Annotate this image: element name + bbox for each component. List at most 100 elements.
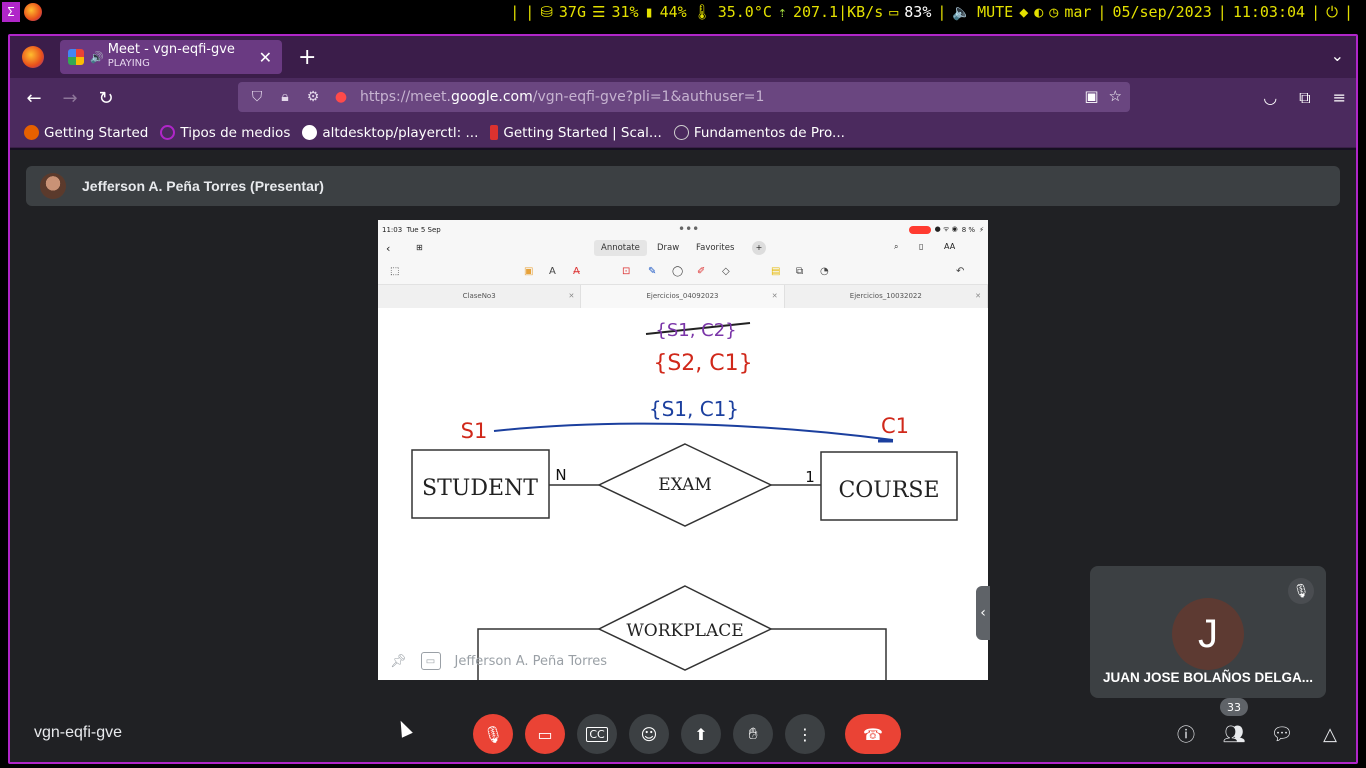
extensions-icon[interactable]: ⧉ <box>1299 88 1310 108</box>
permissions-icon[interactable]: ⚙ <box>304 89 322 105</box>
memory-icon: ▮ <box>644 3 654 21</box>
doc-tab-3: Ejercicios_10032022 ✕ <box>784 285 988 308</box>
github-icon <box>302 125 318 140</box>
textbox-icon: ⊡ <box>622 266 631 277</box>
leave-call-button[interactable]: ☎ <box>845 714 901 754</box>
strikethrough-icon: A̶ <box>573 266 580 277</box>
text-icon: A <box>549 266 556 277</box>
undo-icon: ↶ <box>956 266 965 277</box>
firefox-icon <box>24 125 39 140</box>
temperature: 35.0°C <box>717 3 772 21</box>
grid-icon: ⊞ <box>416 243 423 252</box>
url-text[interactable]: https://meet.google.com/vgn-eqfi-gve?pli… <box>360 89 764 105</box>
circle-icon <box>160 125 176 140</box>
volume-status[interactable]: MUTE <box>974 3 1016 21</box>
chat-button[interactable]: 💬︎ <box>1270 722 1294 746</box>
mic-off-icon: 🎙︎ <box>1288 578 1314 604</box>
lock-icon[interactable]: 🔒︎ <box>276 89 294 105</box>
people-button[interactable]: 33 👥︎ <box>1220 698 1248 746</box>
address-bar[interactable]: ⛉ 🔒︎ ⚙ ● https://meet.google.com/vgn-eqf… <box>238 82 1130 112</box>
activities-button[interactable]: △ <box>1318 722 1342 746</box>
menu-annotate: Annotate <box>594 240 647 256</box>
workspace-indicator[interactable]: Σ <box>2 2 20 22</box>
temperature-icon: 🌡 <box>692 3 712 21</box>
close-tab-icon[interactable]: ✕ <box>259 48 272 67</box>
weekday: mar <box>1064 3 1092 21</box>
participant-tile[interactable]: 🎙︎ J JUAN JOSE BOLAÑOS DELGA... <box>1090 566 1326 698</box>
participant-name: JUAN JOSE BOLAÑOS DELGA... <box>1102 670 1314 685</box>
color-circle-icon: ◯ <box>672 266 684 277</box>
pocket-icon[interactable]: ◡ <box>1263 88 1277 108</box>
mic-off-icon: 🎙︎ <box>482 724 504 744</box>
menu-icon[interactable]: ≡ <box>1333 88 1346 108</box>
captions-icon: CC <box>586 726 608 742</box>
globe-icon <box>673 125 689 140</box>
share-footer: 📌︎ ▭ Jefferson A. Peña Torres <box>390 652 607 670</box>
shapes-icon: △ <box>1323 723 1337 745</box>
more-vert-icon: ⋮ <box>797 724 813 744</box>
more-options-button[interactable]: ⋮ <box>785 714 825 754</box>
raise-hand-button[interactable]: ✋︎ <box>733 714 773 754</box>
leaf-icon: ◆ <box>1019 3 1029 21</box>
tab-meet[interactable]: 🔊 Meet - vgn-eqfi-gve PLAYING ✕ <box>60 40 282 74</box>
captions-button[interactable]: CC <box>577 714 617 754</box>
list-tabs-icon[interactable]: ⌄ <box>1331 46 1344 65</box>
volume-icon[interactable]: 🔈 <box>949 3 974 21</box>
pen-icon: ✎ <box>648 266 657 277</box>
camera-toggle-button[interactable]: ▭ <box>525 714 565 754</box>
network-speed: 207.1|KB/s <box>792 3 884 21</box>
tab-strip: 🔊 Meet - vgn-eqfi-gve PLAYING ✕ + ⌄ <box>10 36 1356 78</box>
bookmark-tipos-de-medios[interactable]: Tipos de medios <box>160 125 290 141</box>
book-icon: ▯ <box>919 242 924 251</box>
speaker-icon[interactable]: 🔊 <box>90 51 104 64</box>
info-icon: ⓘ <box>1177 725 1195 746</box>
reactions-button[interactable]: ☺ <box>629 714 669 754</box>
select-icon: ⬚ <box>390 266 400 277</box>
camera-off-icon: ▭ <box>537 724 553 744</box>
chat-icon: 💬︎ <box>1270 723 1294 745</box>
moon-icon: ◐ <box>1034 3 1044 21</box>
tab-subtitle: PLAYING <box>107 58 150 69</box>
reload-button[interactable]: ↻ <box>94 88 118 109</box>
power-icon[interactable]: ⏻ <box>1323 3 1341 21</box>
pin-icon[interactable]: 📌︎ <box>390 654 407 669</box>
bookmark-star-icon[interactable]: ☆ <box>1109 87 1122 105</box>
nav-bar: ← → ↻ ⛉ 🔒︎ ⚙ ● https://meet.google.com/v… <box>10 78 1356 118</box>
clock: 11:03:04 <box>1232 3 1306 21</box>
firefox-icon[interactable] <box>24 3 42 21</box>
disk-usage: 37G <box>558 3 586 21</box>
shield-icon[interactable]: ⛉ <box>248 89 266 105</box>
screen-share: 11:03 Tue 5 Sep ••• ● ᯤ ◉ 8 % ⚡ ‹ ⊞ Annota… <box>378 220 988 680</box>
disk-icon: ⛁ <box>540 3 553 21</box>
relationship-exam-label: EXAM <box>658 475 712 495</box>
highlighter-icon: ▣ <box>524 266 534 277</box>
eraser-icon: ◇ <box>722 266 730 277</box>
memory-usage: 44% <box>659 3 687 21</box>
mic-off-icon: AA <box>944 242 956 251</box>
cardinality-n: N <box>555 466 566 484</box>
mic-toggle-button[interactable]: 🎙︎ <box>473 714 513 754</box>
bookmark-fundamentos[interactable]: Fundamentos de Pro... <box>673 125 845 141</box>
notes-app-toolbar: 11:03 Tue 5 Sep ••• ● ᯤ ◉ 8 % ⚡ ‹ ⊞ Annota… <box>378 220 988 308</box>
present-screen-icon: ⬆ <box>694 724 708 744</box>
microphone-icon[interactable]: ● <box>332 89 350 105</box>
meeting-details-button[interactable]: ⓘ <box>1174 722 1198 746</box>
side-panel-toggle[interactable]: ‹ <box>976 586 990 640</box>
picture-in-picture-icon[interactable]: ▣ <box>1084 87 1098 105</box>
firefox-view-icon[interactable] <box>22 46 44 68</box>
document-tabs: ClaseNo3 ✕ Ejercicios_04092023 ✕ Ejercicio… <box>378 284 988 308</box>
present-button[interactable]: ⬆ <box>681 714 721 754</box>
annotation-set-struck: {S1, C2} <box>655 320 736 341</box>
forward-button[interactable]: → <box>58 88 82 109</box>
status-widgets: | | ⛁ 37G ☰ 31% ▮ 44% 🌡 35.0°C ⇡ 207.1|KB/s ▭ 8… <box>510 3 1353 21</box>
bookmark-playerctl[interactable]: altdesktop/playerctl: ... <box>302 125 478 141</box>
annotation-c1: C1 <box>881 414 909 438</box>
tab-title: Meet - vgn-eqfi-gve <box>107 42 235 57</box>
record-icon <box>908 225 931 234</box>
bookmark-scala[interactable]: Getting Started | Scal... <box>490 125 662 141</box>
bookmark-getting-started[interactable]: Getting Started <box>24 125 148 141</box>
marker-icon: ✐ <box>697 266 706 277</box>
new-tab-button[interactable]: + <box>298 45 316 70</box>
back-chevron-icon: ‹ <box>386 242 391 255</box>
back-button[interactable]: ← <box>22 88 46 109</box>
